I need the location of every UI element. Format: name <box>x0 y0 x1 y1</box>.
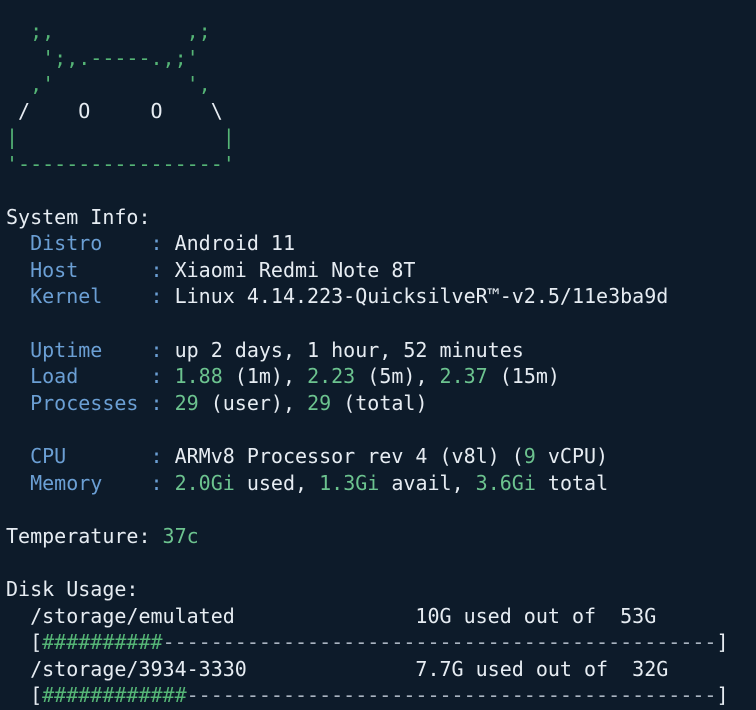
cpu-value-post: vCPU) <box>535 443 609 468</box>
memory-total-text: total <box>535 470 609 495</box>
terminal-window[interactable]: ;, ,; ';,.-----.,;' ,' ', / O O \ | | '-… <box>0 0 756 710</box>
temperature-value: 37c <box>162 523 199 548</box>
bar-filled: ############ <box>42 683 187 708</box>
kernel-row: Kernel : Linux 4.14.223-QuicksilveR™-v2.… <box>30 284 669 309</box>
uptime-row: Uptime : up 2 days, 1 hour, 52 minutes <box>30 337 524 362</box>
memory-row: Memory : 2.0Gi used, 1.3Gi avail, 3.6Gi … <box>30 470 609 495</box>
processes-total-value: 29 <box>307 390 332 415</box>
system-info-heading: System Info: <box>6 204 151 229</box>
logo-line-2: ';,.-----.,;' <box>6 45 199 70</box>
host-label: Host <box>30 257 79 282</box>
bar-open-bracket: [ <box>30 683 43 708</box>
load-label: Load <box>30 364 79 389</box>
bar-close-bracket: ] <box>716 683 729 708</box>
load-5m-unit: (5m), <box>355 364 440 389</box>
load-row: Load : 1.88 (1m), 2.23 (5m), 2.37 (15m) <box>30 364 560 389</box>
uptime-value: up 2 days, 1 hour, 52 minutes <box>174 337 524 362</box>
bar-open-bracket: [ <box>30 630 43 655</box>
load-15m-unit: (15m) <box>487 364 560 389</box>
bar-empty: ----------------------------------------… <box>162 630 717 655</box>
cpu-label: CPU <box>30 443 67 468</box>
disk-row: /storage/emulated 10G used out of 53G <box>6 603 756 630</box>
processes-total-text: (total) <box>331 390 428 415</box>
kernel-label: Kernel <box>30 284 103 309</box>
disk-usage-text: 7.7G used out of 32G <box>415 656 669 681</box>
processes-user-text: (user), <box>198 390 308 415</box>
disk-row: /storage/3934-3330 7.7G used out of 32G <box>6 656 756 683</box>
memory-total-value: 3.6Gi <box>475 470 536 495</box>
kernel-value: Linux 4.14.223-QuicksilveR™-v2.5/11e3ba9… <box>174 284 669 309</box>
load-15m-value: 2.37 <box>439 364 488 389</box>
disk-path: /storage/emulated <box>30 603 235 628</box>
host-value: Xiaomi Redmi Note 8T <box>174 257 416 282</box>
processes-user-value: 29 <box>174 390 199 415</box>
bar-filled: ########## <box>42 630 163 655</box>
logo-line-1: ;, ,; <box>6 19 211 43</box>
disk-usage-text: 10G used out of 53G <box>415 603 657 628</box>
memory-label: Memory <box>30 470 103 495</box>
distro-row: Distro : Android 11 <box>30 231 296 256</box>
memory-avail-value: 1.3Gi <box>319 470 380 495</box>
memory-used-value: 2.0Gi <box>174 470 235 495</box>
disk-usage-heading: Disk Usage: <box>6 576 139 601</box>
memory-avail-text: avail, <box>379 470 476 495</box>
cpu-row: CPU : ARMv8 Processor rev 4 (v8l) (9 vCP… <box>30 443 609 468</box>
processes-row: Processes : 29 (user), 29 (total) <box>30 390 428 415</box>
logo-line-6: '-----------------' <box>6 151 235 176</box>
logo-line-4: / O O \ <box>6 98 223 123</box>
logo-line-5: | | <box>6 125 235 149</box>
load-1m-unit: (1m), <box>222 364 308 389</box>
distro-label: Distro <box>30 231 103 256</box>
load-5m-value: 2.23 <box>307 364 356 389</box>
load-1m-value: 1.88 <box>174 364 223 389</box>
disk-path: /storage/3934-3330 <box>30 656 247 681</box>
host-row: Host : Xiaomi Redmi Note 8T <box>30 257 416 282</box>
processes-label: Processes <box>30 390 139 415</box>
cpu-count: 9 <box>523 443 536 468</box>
cpu-value-pre: ARMv8 Processor rev 4 (v8l) ( <box>174 443 524 468</box>
temperature-label: Temperature: <box>6 523 163 548</box>
distro-value: Android 11 <box>174 231 296 256</box>
memory-used-text: used, <box>234 470 320 495</box>
uptime-label: Uptime <box>30 337 103 362</box>
disk-progress-bar: [############---------------------------… <box>6 682 756 709</box>
android-ascii-logo: ;, ,; ';,.-----.,;' ,' ', / O O \ | | '-… <box>6 18 756 177</box>
bar-close-bracket: ] <box>716 630 729 655</box>
disk-progress-bar: [##########-----------------------------… <box>6 629 756 656</box>
temperature-row: Temperature: 37c <box>6 523 756 550</box>
bar-empty: ----------------------------------------… <box>186 683 717 708</box>
logo-line-3: ,' ', <box>6 72 211 96</box>
